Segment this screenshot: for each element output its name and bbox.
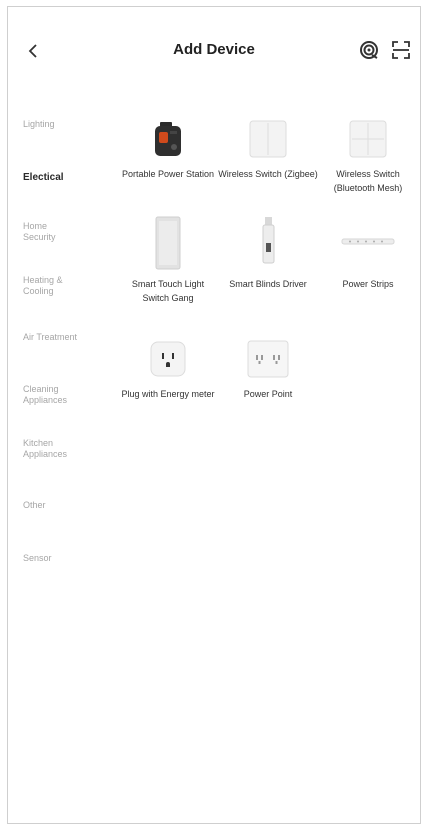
touch-light-switch-icon (146, 215, 190, 271)
device-card-wireless-switch-bluetooth-mesh[interactable]: Wireless Switch (Bluetooth Mesh) (318, 117, 418, 195)
device-card-smart-blinds-driver[interactable]: Smart Blinds Driver (218, 215, 318, 291)
sidebar-item-air-treatment[interactable]: Air Treatment (23, 332, 79, 343)
device-card-plug-energy-meter[interactable]: Plug with Energy meter (118, 337, 218, 401)
device-label: Power Point (243, 389, 293, 399)
device-card-power-point[interactable]: Power Point (218, 337, 318, 401)
energy-plug-icon (146, 337, 190, 381)
sidebar-item-other[interactable]: Other (23, 500, 115, 511)
sidebar-item-home-security[interactable]: Home Security (23, 221, 71, 243)
app-screen: Add Device Lighting Electical Home Secur… (7, 6, 421, 824)
sidebar-item-lighting[interactable]: Lighting (23, 119, 115, 130)
device-label: Portable Power Station (121, 169, 215, 179)
sidebar-item-kitchen-appliances[interactable]: Kitchen Appliances (23, 438, 83, 460)
device-label: Wireless Switch (Zigbee) (218, 169, 318, 179)
qr-scan-button[interactable] (390, 39, 412, 61)
blinds-driver-icon (246, 215, 290, 271)
device-label: Plug with Energy meter (121, 389, 215, 399)
auto-scan-icon (360, 41, 378, 59)
auto-scan-button[interactable] (358, 39, 380, 61)
sidebar-item-heating-cooling[interactable]: Heating & Cooling (23, 275, 83, 297)
sidebar-item-sensor[interactable]: Sensor (23, 553, 115, 564)
power-point-icon (246, 337, 290, 381)
device-label: Power Strips (342, 279, 394, 289)
device-card-power-strips[interactable]: Power Strips (318, 215, 418, 291)
portable-power-station-icon (146, 117, 190, 161)
device-label: Wireless Switch (Bluetooth Mesh) (333, 169, 403, 193)
device-card-smart-touch-light-switch[interactable]: Smart Touch Light Switch Gang (118, 215, 218, 305)
qr-scan-icon (392, 41, 410, 59)
sidebar-item-electical[interactable]: Electical (23, 172, 115, 183)
device-card-wireless-switch-zigbee[interactable]: Wireless Switch (Zigbee) (218, 117, 318, 181)
device-label: Smart Blinds Driver (229, 279, 307, 289)
device-card-portable-power-station[interactable]: Portable Power Station (118, 117, 218, 181)
device-label: Smart Touch Light Switch Gang (131, 279, 205, 303)
power-strip-icon (341, 215, 395, 271)
wireless-switch-bluetooth-icon (346, 117, 390, 161)
header: Add Device (8, 7, 420, 91)
wireless-switch-zigbee-icon (246, 117, 290, 161)
sidebar-item-cleaning-appliances[interactable]: Cleaning Appliances (23, 384, 83, 406)
